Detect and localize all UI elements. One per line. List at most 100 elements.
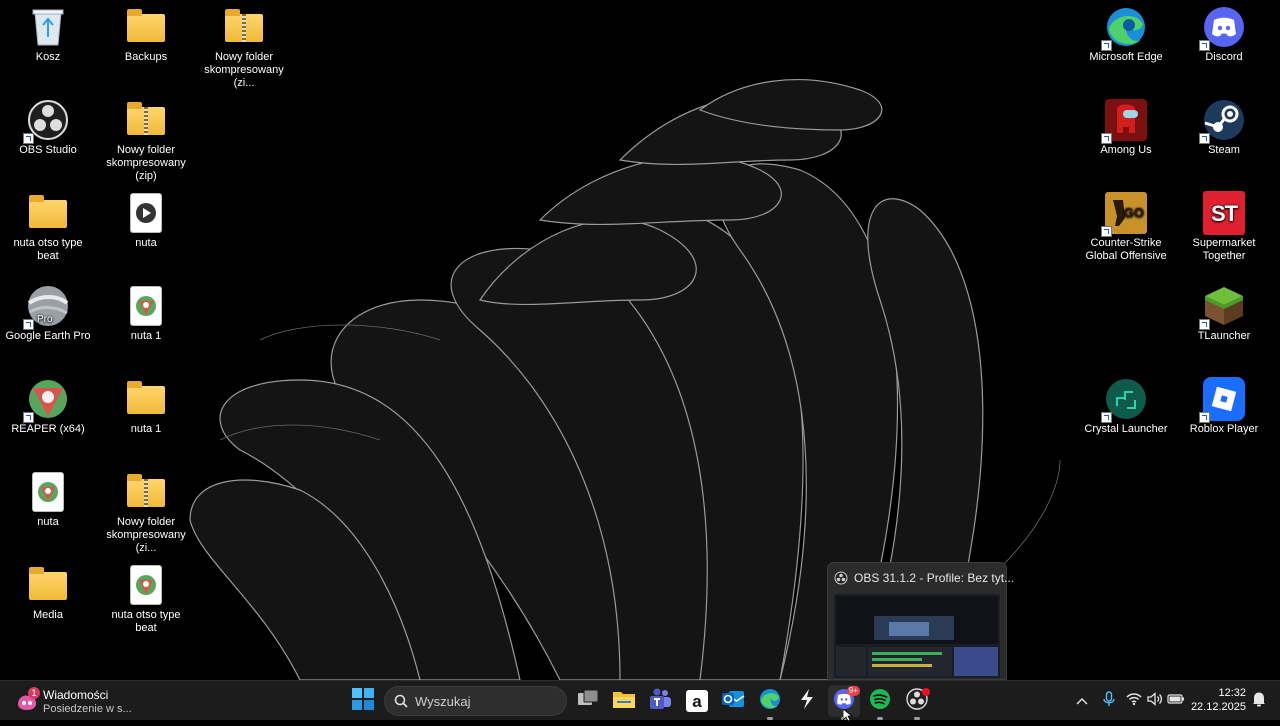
desktop-icon-label: Crystal Launcher xyxy=(1084,423,1168,435)
shortcut-arrow-icon xyxy=(1101,133,1112,144)
desktop-icon-label: Microsoft Edge xyxy=(1089,51,1163,63)
desktop-icon-crystal-launcher[interactable]: Crystal Launcher xyxy=(1078,378,1174,436)
desktop-icon-label: Steam xyxy=(1208,144,1240,156)
microphone-tray-button[interactable] xyxy=(1097,685,1121,717)
clock[interactable]: 12:32 22.12.2025 xyxy=(1190,686,1246,718)
desktop-icon-label: TLauncher xyxy=(1197,330,1251,342)
desktop-icon-discord[interactable]: Discord xyxy=(1176,6,1272,64)
desktop-icon-label: Among Us xyxy=(1100,144,1152,156)
desktop-icon-steam[interactable]: Steam xyxy=(1176,99,1272,157)
preview-thumbnail[interactable] xyxy=(834,594,1000,678)
roblox-icon xyxy=(1199,377,1245,423)
desktop-icon-csgo[interactable]: GO Counter-Strike Global Offensive xyxy=(1078,192,1174,263)
chevron-up-icon xyxy=(1076,692,1088,710)
supermarket-together-icon: ST xyxy=(1203,191,1245,235)
desktop-icon-supermarket-together[interactable]: ST Supermarket Together xyxy=(1176,191,1272,263)
task-view-icon xyxy=(577,689,599,714)
task-view-button[interactable] xyxy=(572,685,604,717)
desktop-icon-nuta-project[interactable]: nuta xyxy=(0,471,96,529)
discord-notification-badge: 9+ xyxy=(846,686,860,696)
desktop-icon-kosz[interactable]: Kosz xyxy=(0,6,96,64)
csgo-icon: GO xyxy=(1101,192,1147,237)
folder-icon xyxy=(27,192,69,234)
news-widget-badge: 1 xyxy=(28,687,40,699)
news-widget-title: Wiadomości xyxy=(43,688,109,702)
steam-icon xyxy=(1199,99,1245,144)
folder-icon xyxy=(27,564,69,606)
shortcut-arrow-icon xyxy=(1199,319,1210,330)
desktop-icon-label: nuta 1 xyxy=(130,423,162,435)
desktop-icon-tlauncher[interactable]: TLauncher xyxy=(1176,285,1272,343)
zip-folder-icon xyxy=(125,471,167,513)
desktop-icon-microsoft-edge[interactable]: Microsoft Edge xyxy=(1078,6,1174,64)
shortcut-arrow-icon xyxy=(23,319,34,330)
taskbar-window-preview[interactable]: OBS 31.1.2 - Profile: Bez tyt... xyxy=(827,562,1014,680)
teams-icon xyxy=(648,688,672,715)
desktop-icon-roblox-player[interactable]: Roblox Player xyxy=(1176,377,1272,436)
taskbar-app-lightning[interactable] xyxy=(791,685,823,717)
desktop-icon-nuta-otso-folder[interactable]: nuta otso type beat xyxy=(0,192,96,263)
google-earth-badge: Pro xyxy=(37,314,53,325)
desktop-icon-label: Nowy folder skompresowany (zi... xyxy=(204,51,284,89)
search-icon xyxy=(394,694,408,713)
desktop-icon-nuta-1-project[interactable]: nuta 1 xyxy=(98,285,194,343)
show-hidden-icons-button[interactable] xyxy=(1070,685,1094,717)
desktop-icon-label: Google Earth Pro xyxy=(5,330,91,342)
recycle-bin-icon xyxy=(27,6,69,48)
taskbar-app-teams[interactable] xyxy=(644,685,676,717)
file-explorer-icon xyxy=(612,689,636,714)
shortcut-arrow-icon xyxy=(1101,412,1112,423)
shortcut-arrow-icon xyxy=(23,412,34,423)
start-button[interactable] xyxy=(347,685,379,717)
desktop-icon-label: REAPER (x64) xyxy=(11,423,85,435)
search-placeholder: Wyszukaj xyxy=(415,694,471,709)
desktop-icon-label: nuta xyxy=(135,237,157,249)
desktop-icon-label: nuta otso type beat xyxy=(111,609,181,634)
desktop-icon-zip-3[interactable]: Nowy folder skompresowany (zi... xyxy=(98,471,194,555)
amazon-icon: a xyxy=(686,690,708,712)
folder-icon xyxy=(125,6,167,48)
desktop-icon-backups[interactable]: Backups xyxy=(98,6,194,64)
desktop-icon-media[interactable]: Media xyxy=(0,564,96,622)
mouse-cursor-icon xyxy=(842,708,854,726)
reaper-project-icon xyxy=(125,285,167,327)
video-file-icon xyxy=(125,192,167,234)
crystal-launcher-icon xyxy=(1101,378,1147,423)
recording-indicator-icon xyxy=(922,688,930,696)
taskbar-app-file-explorer[interactable] xyxy=(608,685,640,717)
obs-icon xyxy=(23,99,69,144)
desktop-icon-label: nuta 1 xyxy=(130,330,162,342)
desktop-icon-obs-studio[interactable]: OBS Studio xyxy=(0,99,96,157)
desktop-icon-nuta-1-folder[interactable]: nuta 1 xyxy=(98,378,194,436)
preview-title: OBS 31.1.2 - Profile: Bez tyt... xyxy=(854,571,1015,585)
desktop-icon-google-earth[interactable]: Pro Google Earth Pro xyxy=(0,285,96,343)
edge-icon xyxy=(1101,6,1147,51)
desktop-icon-zip-2[interactable]: Nowy folder skompresowany (zip) xyxy=(98,99,194,183)
start-icon xyxy=(352,687,374,715)
shortcut-arrow-icon xyxy=(1199,412,1210,423)
taskbar-search-box[interactable]: Wyszukaj xyxy=(384,686,567,716)
desktop-icon-reaper[interactable]: REAPER (x64) xyxy=(0,378,96,436)
desktop-icon-nuta-video[interactable]: nuta xyxy=(98,192,194,250)
among-us-icon xyxy=(1101,99,1147,144)
taskbar-app-outlook[interactable] xyxy=(717,685,749,717)
obs-icon xyxy=(834,571,848,590)
speaker-icon xyxy=(1147,691,1163,711)
taskbar-app-spotify[interactable] xyxy=(864,685,896,720)
desktop-icon-label: Kosz xyxy=(35,51,61,63)
discord-icon xyxy=(1199,6,1245,51)
taskbar-app-obs[interactable] xyxy=(901,685,933,720)
desktop-icon-among-us[interactable]: Among Us xyxy=(1078,99,1174,157)
taskbar-app-amazon[interactable]: a xyxy=(681,685,713,717)
desktop-icon-zip-1[interactable]: Nowy folder skompresowany (zi... xyxy=(196,6,292,90)
taskbar-app-edge[interactable] xyxy=(754,685,786,720)
microphone-icon xyxy=(1103,690,1115,712)
battery-charging-icon xyxy=(1167,692,1185,710)
supermarket-badge: ST xyxy=(1210,200,1238,226)
news-widget[interactable]: 1 Wiadomości Posiedzenie w s... xyxy=(12,684,142,718)
desktop-icon-nuta-otso-project[interactable]: nuta otso type beat xyxy=(98,564,194,635)
taskbar: 1 Wiadomości Posiedzenie w s... Wyszukaj… xyxy=(0,680,1280,720)
zip-folder-icon xyxy=(223,6,265,48)
battery-tray-button[interactable] xyxy=(1164,685,1188,717)
notifications-button[interactable] xyxy=(1248,685,1270,717)
